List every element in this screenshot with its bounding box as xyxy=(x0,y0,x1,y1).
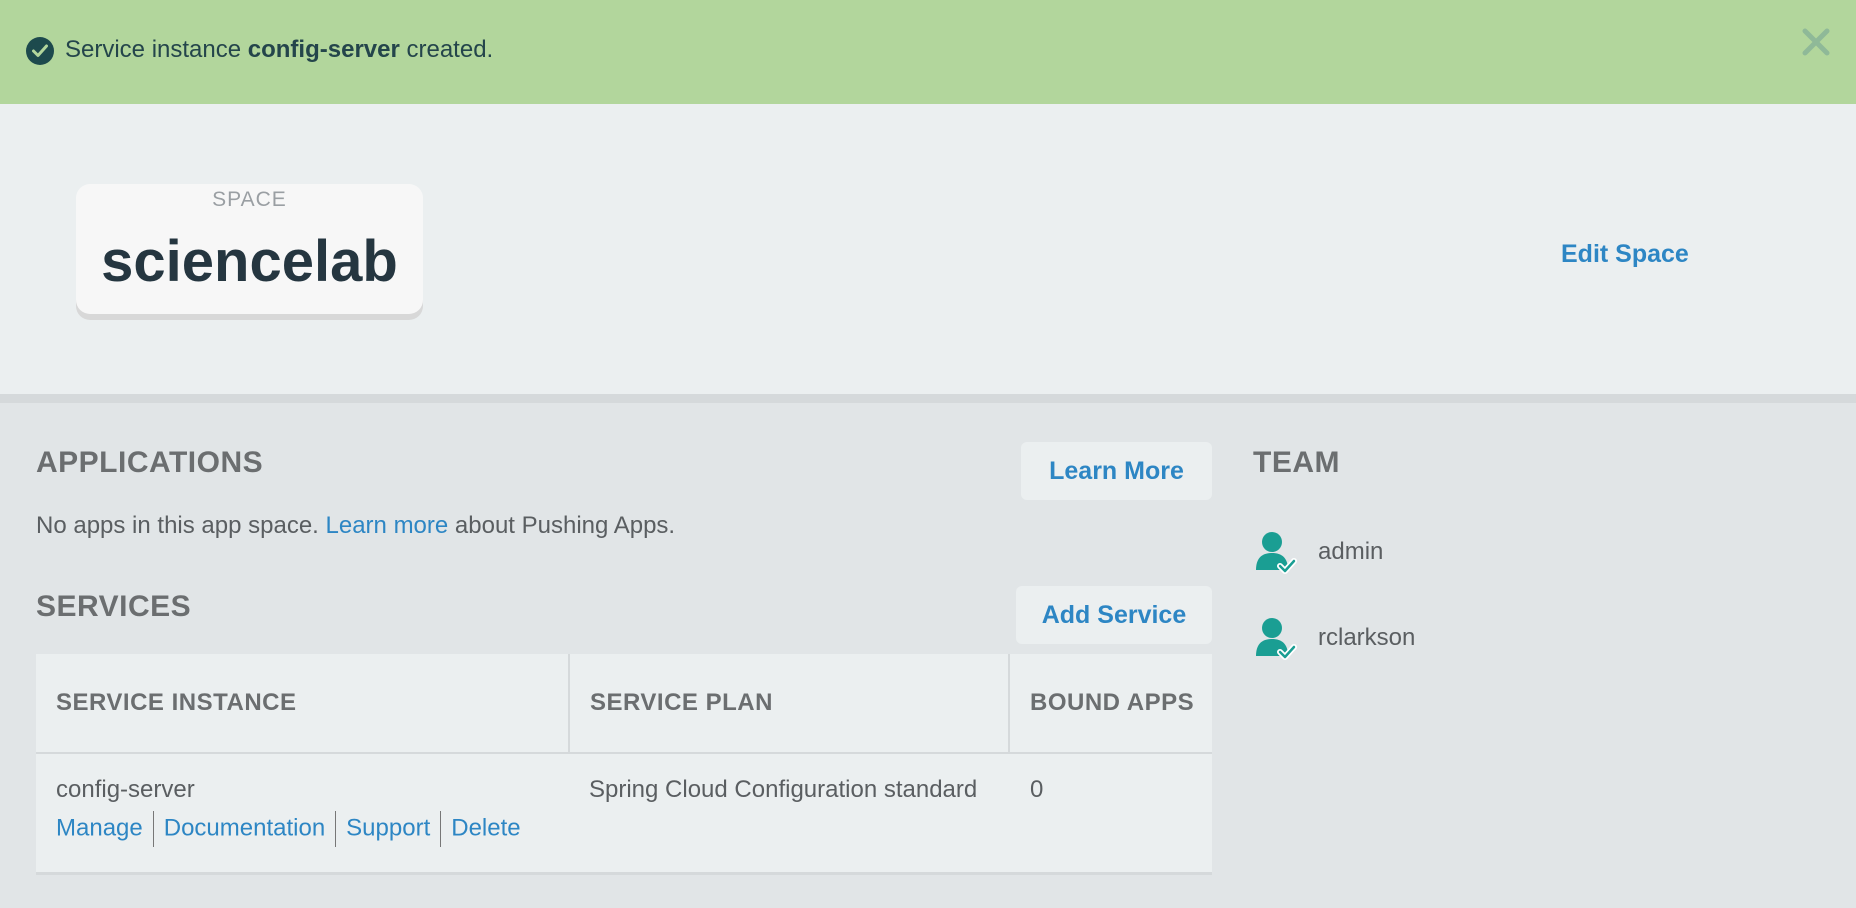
user-check-icon xyxy=(1254,530,1298,578)
space-name: sciencelab xyxy=(101,229,398,294)
team-member-name: admin xyxy=(1318,538,1384,565)
alert-service-name: config-server xyxy=(247,36,400,63)
column-header-service-instance: SERVICE INSTANCE xyxy=(56,689,297,716)
applications-empty-message: No apps in this app space. Learn more ab… xyxy=(36,512,675,540)
link-divider xyxy=(440,811,442,847)
empty-prefix: No apps in this app space. xyxy=(36,512,326,539)
team-title: TEAM xyxy=(1253,446,1340,479)
link-divider xyxy=(335,811,337,847)
manage-link[interactable]: Manage xyxy=(56,814,143,841)
success-alert: Service instance config-server created. xyxy=(0,0,1856,104)
service-plan: Spring Cloud Configuration standard xyxy=(589,776,978,803)
close-icon[interactable] xyxy=(1800,26,1832,58)
header-divider xyxy=(36,752,1212,754)
support-link[interactable]: Support xyxy=(346,814,430,841)
alert-message: Service instance config-server created. xyxy=(65,36,493,64)
column-header-bound-apps: BOUND APPS xyxy=(1030,689,1195,716)
empty-suffix: about Pushing Apps. xyxy=(448,512,676,539)
space-card: SPACE sciencelab xyxy=(76,184,423,314)
bound-apps-count: 0 xyxy=(1030,776,1044,803)
column-header-service-plan: SERVICE PLAN xyxy=(590,689,773,716)
space-label: SPACE xyxy=(212,188,287,211)
documentation-link[interactable]: Documentation xyxy=(164,814,325,841)
learn-more-button[interactable]: Learn More xyxy=(1021,442,1212,500)
link-divider xyxy=(152,811,154,847)
delete-link[interactable]: Delete xyxy=(451,814,520,841)
service-instance-name: config-server xyxy=(56,776,195,803)
learn-more-link[interactable]: Learn more xyxy=(326,512,449,539)
check-circle-icon xyxy=(26,37,54,65)
services-table: SERVICE INSTANCE SERVICE PLAN BOUND APPS… xyxy=(36,654,1212,875)
space-header: SPACE sciencelab Edit Space xyxy=(0,104,1856,403)
alert-prefix: Service instance xyxy=(65,36,248,63)
alert-suffix: created. xyxy=(399,36,494,63)
team-member-name: rclarkson xyxy=(1318,624,1416,651)
add-service-button[interactable]: Add Service xyxy=(1016,586,1212,644)
edit-space-link[interactable]: Edit Space xyxy=(1561,240,1689,269)
services-title: SERVICES xyxy=(36,590,192,623)
service-actions: Manage Documentation Support Delete xyxy=(56,811,521,847)
applications-title: APPLICATIONS xyxy=(36,446,264,479)
user-check-icon xyxy=(1254,616,1298,664)
